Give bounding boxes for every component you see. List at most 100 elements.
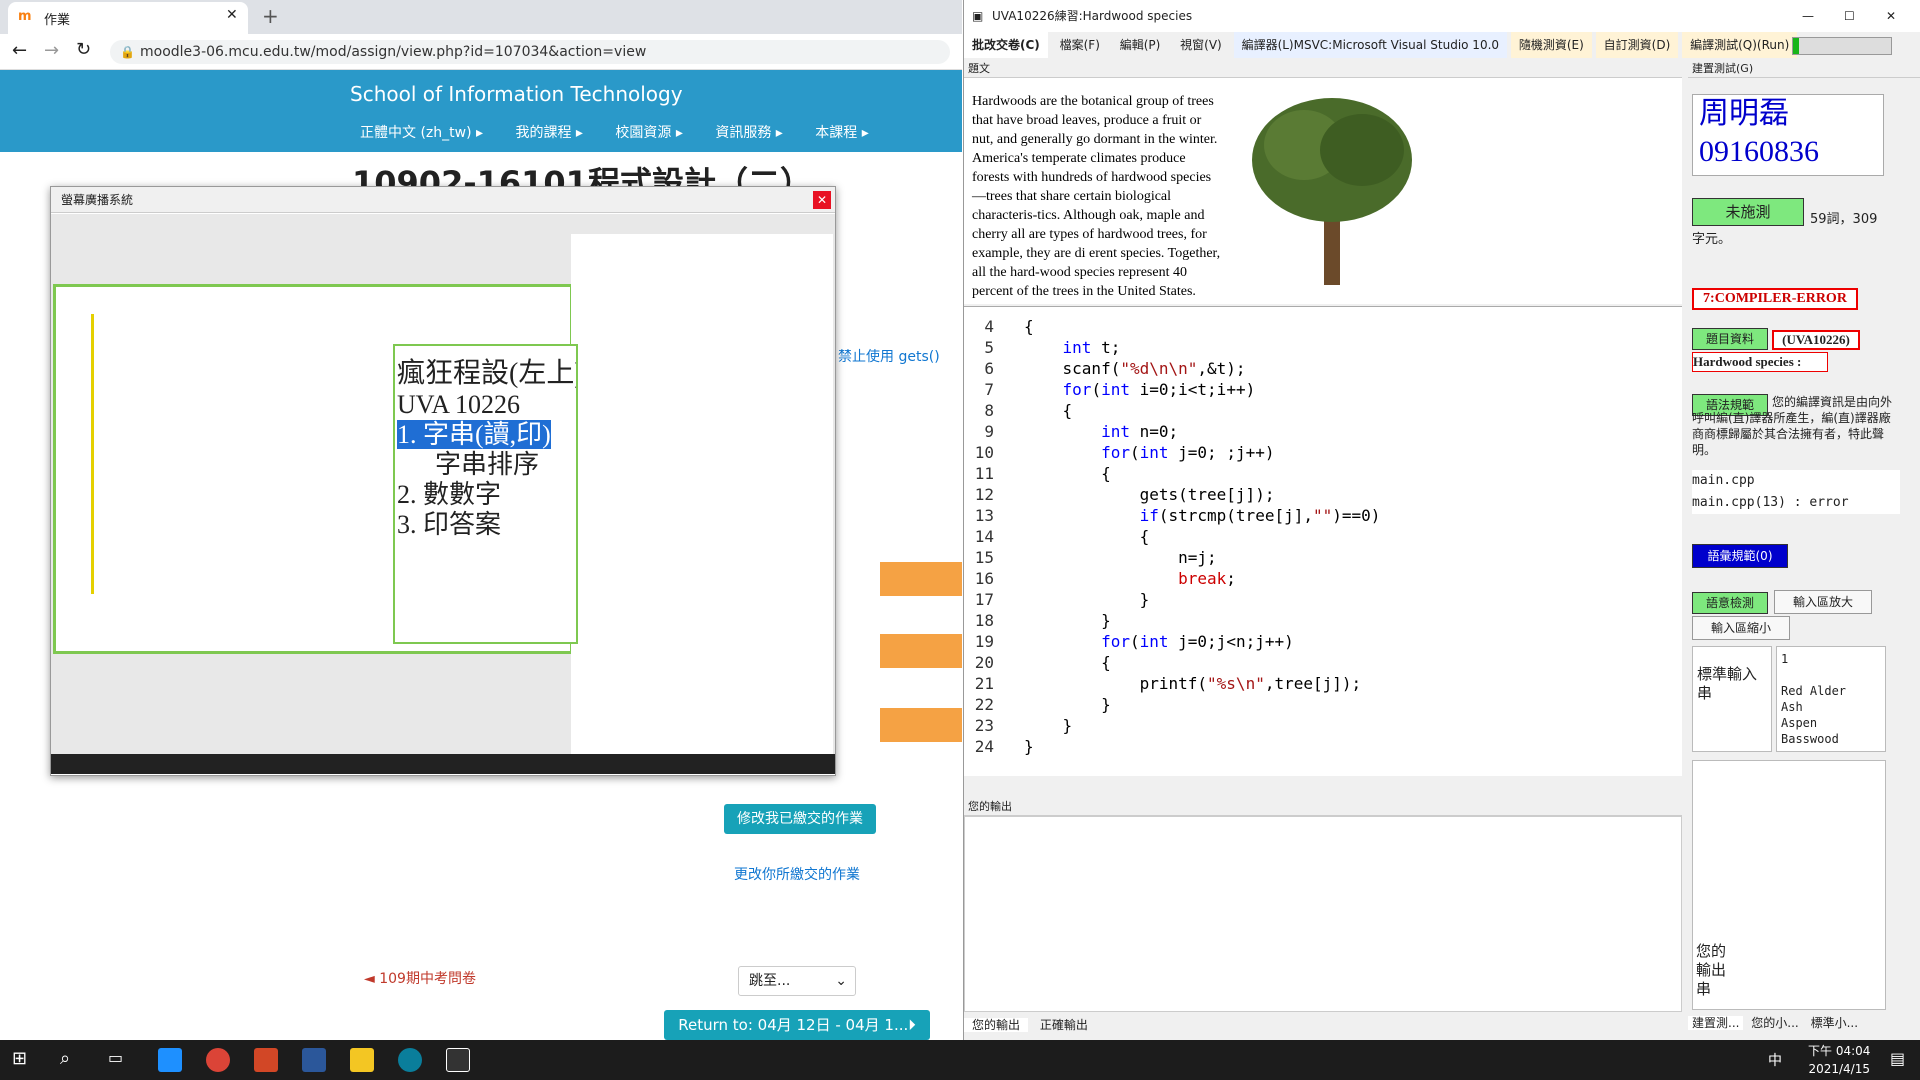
code-line: for(int i=0;i<t;i++) (1062, 380, 1256, 399)
edit-submission-button[interactable]: 修改我已繳交的作業 (724, 804, 876, 834)
shrink-input-button[interactable]: 輸入區縮小 (1692, 616, 1790, 640)
code-line: } (1024, 611, 1111, 630)
search-icon[interactable]: ⌕ (60, 1048, 70, 1069)
code-line: { (1024, 317, 1034, 336)
close-tab-icon[interactable]: ✕ (226, 7, 238, 23)
menu-custom-data[interactable]: 自訂測資(D) (1595, 32, 1679, 58)
edge-icon[interactable] (398, 1048, 422, 1072)
slide-window: 瘋狂程設(左上)CPE顆星廣場 UVA 10226 1. 字串(讀,印) 字串排… (393, 344, 578, 644)
slide-item-4: 3. 印答案 (397, 510, 502, 539)
code-app-icon[interactable] (446, 1048, 470, 1072)
sidebar-tabs: 建置測... 您的小... 標準小... (1688, 1012, 1920, 1034)
std-input-box[interactable]: 1 Red Alder Ash Aspen Basswood (1776, 646, 1886, 752)
forward-icon[interactable]: → (44, 40, 59, 61)
chrome-icon[interactable] (206, 1048, 230, 1072)
code-line: printf("%s\n",tree[j]); (1024, 674, 1362, 693)
orange-bar-3 (880, 708, 962, 742)
nav-item-courses[interactable]: 我的課程 ▸ (515, 125, 582, 141)
output-panel[interactable] (964, 816, 1682, 1012)
jump-to-select[interactable]: 跳至... ⌄ (738, 966, 856, 996)
std-input-line: Ash (1781, 700, 1803, 714)
powerpoint-icon[interactable] (254, 1048, 278, 1072)
new-tab-icon[interactable]: + (262, 4, 279, 28)
url-input[interactable]: 🔒 moodle3-06.mcu.edu.tw/mod/assign/view.… (110, 40, 950, 64)
code-line-number: 20 (974, 653, 994, 672)
code-line-number: 10 (974, 443, 994, 462)
notification-icon[interactable]: ▤ (1890, 1049, 1905, 1068)
student-name: 周明磊 (1699, 97, 1789, 130)
tab-build-test[interactable]: 建置測... (1688, 1016, 1744, 1030)
edit-submission-link[interactable]: 更改你所繳交的作業 (734, 864, 860, 884)
menu-file[interactable]: 檔案(F) (1052, 32, 1108, 58)
close-app-icon[interactable]: ✕ (1886, 0, 1896, 32)
taskbar: ⊞ ⌕ ▭ 中 下午 04:04 2021/4/15 ▤ (0, 1040, 1920, 1080)
broadcast-popup: 螢幕廣播系統 ✕ 瘋狂程設(左上)CPE顆星廣場 UVA 10226 1. 字串… (50, 186, 836, 776)
site-title[interactable]: School of Information Technology (350, 82, 683, 106)
task-view-icon[interactable]: ▭ (108, 1048, 123, 1067)
semantic-check-button[interactable]: 語意檢測 (1692, 592, 1768, 614)
menu-submit[interactable]: 批改交卷(C) (964, 32, 1048, 58)
mini-taskbar (51, 754, 835, 774)
tab-correct-output[interactable]: 正確輸出 (1032, 1018, 1096, 1032)
tab-title: 作業 (44, 13, 71, 28)
code-line-number: 6 (984, 359, 994, 378)
nav-item-this-course[interactable]: 本課程 ▸ (815, 125, 868, 141)
ie-icon[interactable] (158, 1048, 182, 1072)
minimize-icon[interactable]: — (1802, 0, 1814, 32)
code-editor[interactable]: 4 {5 int t; 6 scanf("%d\n\n",&t); 7 for(int… (964, 306, 1682, 776)
enlarge-input-button[interactable]: 輸入區放大 (1774, 590, 1872, 614)
menu-compiler[interactable]: 編譯器(L)MSVC:Microsoft Visual Studio 10.0 (1233, 32, 1508, 58)
clock-date: 2021/4/15 (1808, 1062, 1870, 1076)
prev-activity-link[interactable]: ◄ 109期中考問卷 (364, 968, 476, 988)
code-line-number: 12 (974, 485, 994, 504)
error-badge: 7:COMPILER-ERROR (1692, 288, 1858, 310)
nav-item-lang[interactable]: 正體中文 (zh_tw) ▸ (360, 125, 483, 141)
return-button[interactable]: Return to: 04月 12日 - 04月 1...⏵ (664, 1010, 930, 1040)
moodle-icon: m (18, 9, 32, 24)
output-panel-header: 您的輸出 (964, 798, 1682, 816)
code-line: { (1024, 401, 1073, 420)
windows-start-icon[interactable]: ⊞ (12, 1048, 27, 1069)
problem-panel: Hardwoods are the botanical group of tre… (964, 78, 1682, 304)
word-icon[interactable] (302, 1048, 326, 1072)
lexical-rules-button[interactable]: 語彙規範(0) (1692, 544, 1788, 568)
std-input-line (1781, 667, 1885, 683)
tab-your-small[interactable]: 您的小... (1747, 1016, 1802, 1030)
menu-edit[interactable]: 編輯(P) (1112, 32, 1169, 58)
menu-view[interactable]: 視窗(V) (1172, 32, 1230, 58)
reload-icon[interactable]: ↻ (76, 39, 91, 60)
maximize-icon[interactable]: ☐ (1844, 0, 1855, 32)
sidebar-header: 建置測試(G) (1688, 60, 1920, 78)
popup-titlebar: 螢幕廣播系統 ✕ (51, 187, 835, 213)
code-line-number: 8 (984, 401, 994, 420)
slide-line-2: UVA 10226 (397, 390, 521, 419)
file-explorer-icon[interactable] (350, 1048, 374, 1072)
slide-item-2: 字串排序 (435, 450, 540, 479)
nav-item-campus[interactable]: 校園資源 ▸ (615, 125, 682, 141)
back-icon[interactable]: ← (12, 40, 27, 61)
clock[interactable]: 下午 04:04 2021/4/15 (1808, 1042, 1870, 1078)
code-line-number: 7 (984, 380, 994, 399)
progress-fill (1793, 38, 1799, 54)
nav-item-services[interactable]: 資訊服務 ▸ (715, 125, 782, 141)
tab-std-small[interactable]: 標準小... (1807, 1016, 1862, 1030)
orange-bar-1 (880, 562, 962, 596)
code-line: } (1024, 716, 1073, 735)
browser-tab[interactable]: m 作業 ✕ (8, 2, 248, 34)
build-test-sidebar: 建置測試(G) 周明磊 09160836 未施測 59詞，309字元。 7:CO… (1688, 60, 1920, 1030)
jump-to-label: 跳至... (749, 973, 791, 989)
problem-info-button[interactable]: 題目資料 (1692, 328, 1768, 350)
close-icon[interactable]: ✕ (813, 191, 831, 209)
code-line: } (1024, 695, 1111, 714)
orange-bar-2 (880, 634, 962, 668)
std-input-label: 標準輸入串 (1692, 646, 1772, 752)
ime-indicator[interactable]: 中 (1768, 1050, 1782, 1070)
menu-compile-run[interactable]: 編譯測試(Q)(Run) (1682, 32, 1798, 58)
slide-item-3: 2. 數數字 (397, 480, 502, 509)
menu-random-data[interactable]: 隨機測資(E) (1510, 32, 1592, 58)
url-text: moodle3-06.mcu.edu.tw/mod/assign/view.ph… (140, 44, 647, 60)
tree-image (1244, 90, 1424, 290)
code-line-number: 15 (974, 548, 994, 567)
tab-your-output[interactable]: 您的輸出 (964, 1018, 1029, 1032)
app-titlebar: ▣ UVA10226練習:Hardwood species — ☐ ✕ (964, 0, 1920, 32)
